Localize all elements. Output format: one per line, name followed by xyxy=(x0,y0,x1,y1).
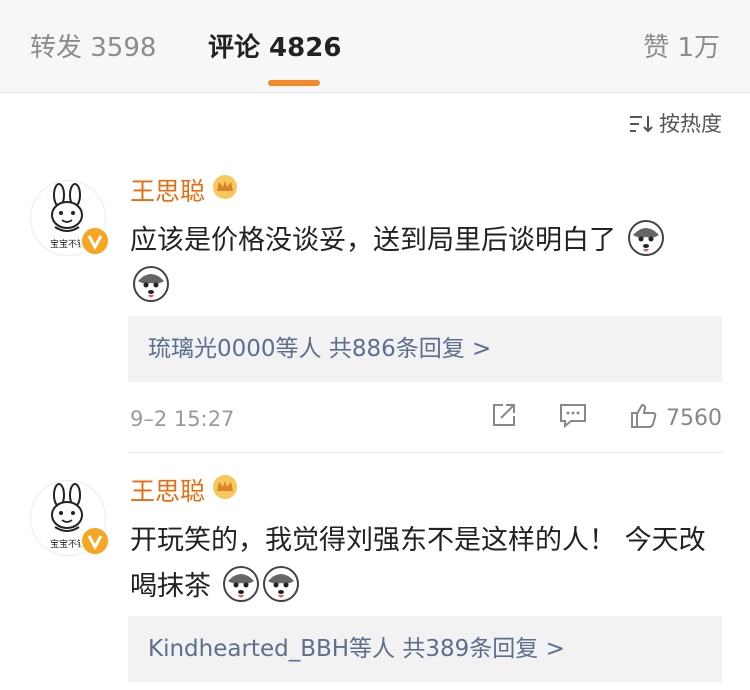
tab-comments[interactable]: 评论 4826 xyxy=(208,30,341,66)
username: 王思聪 xyxy=(130,177,206,206)
thumbs-up-icon xyxy=(628,400,658,436)
verified-badge-icon xyxy=(80,226,110,256)
verified-badge-icon xyxy=(80,526,110,556)
replies-summary-link[interactable]: Kindhearted_BBH等人 共389条回复 > xyxy=(128,616,722,682)
crown-icon xyxy=(211,174,239,210)
husky-emoji-icon xyxy=(262,565,300,603)
comment-text: 应该是价格没谈妥，送到局里后谈明白了 xyxy=(130,218,720,310)
husky-emoji-icon xyxy=(132,265,170,303)
share-icon xyxy=(490,401,518,435)
like-count: 7560 xyxy=(666,405,722,431)
husky-emoji-icon xyxy=(627,219,665,257)
comment-text: 开玩笑的，我觉得刘强东不是这样的人！ 今天改喝抹茶 xyxy=(130,518,720,610)
like-button[interactable]: 7560 xyxy=(628,400,722,436)
comment-tabs-bar: 转发 3598 评论 4826 赞 1万 xyxy=(0,0,750,93)
comment-icon xyxy=(558,401,588,435)
tab-repost[interactable]: 转发 3598 xyxy=(30,30,156,66)
comment-text-content: 应该是价格没谈妥，送到局里后谈明白了 xyxy=(130,225,616,256)
comment-timestamp: 9–2 15:27 xyxy=(130,407,235,431)
sort-by-hot-button[interactable]: 按热度 xyxy=(629,108,722,140)
username-link[interactable]: 王思聪 xyxy=(130,174,239,210)
share-button[interactable] xyxy=(490,401,518,435)
crown-icon xyxy=(211,474,239,510)
comment-text-content: 开玩笑的，我觉得刘强东不是这样的人！ 今天改喝抹茶 xyxy=(130,525,706,602)
active-tab-indicator xyxy=(268,80,320,86)
reply-button[interactable] xyxy=(558,401,588,435)
divider xyxy=(128,452,722,453)
sort-label: 按热度 xyxy=(659,112,722,136)
husky-emoji-icon xyxy=(222,565,260,603)
tab-likes[interactable]: 赞 1万 xyxy=(643,30,720,66)
username-link[interactable]: 王思聪 xyxy=(130,474,239,510)
comment-actions: 7560 xyxy=(490,400,722,436)
username: 王思聪 xyxy=(130,477,206,506)
replies-summary-link[interactable]: 琉璃光0000等人 共886条回复 > xyxy=(128,316,722,382)
sort-icon xyxy=(629,114,653,134)
